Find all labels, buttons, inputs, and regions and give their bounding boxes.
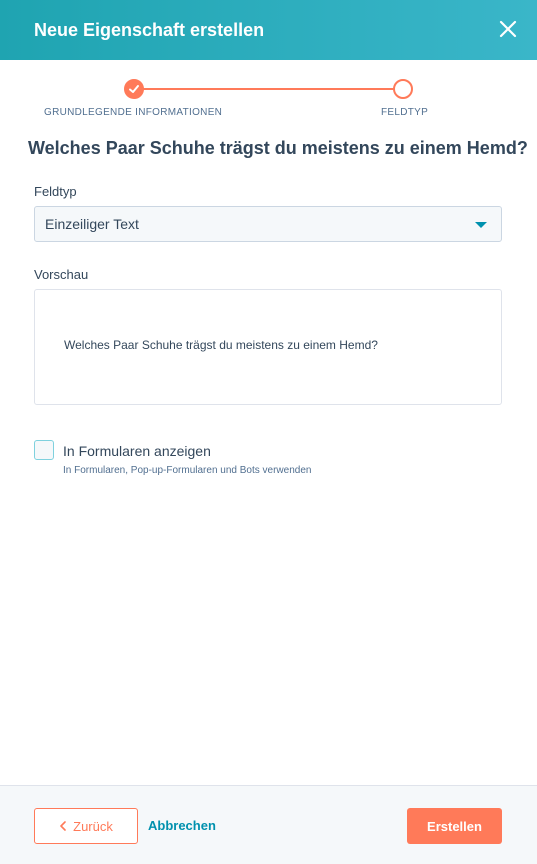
checkmark-icon	[129, 85, 139, 93]
show-in-forms-help-text: In Formularen, Pop-up-Formularen und Bot…	[63, 465, 312, 476]
preview-label: Vorschau	[34, 267, 89, 282]
back-button[interactable]: Zurück	[34, 808, 138, 844]
preview-field-label: Welches Paar Schuhe trägst du meistens z…	[64, 338, 378, 352]
step-current-indicator	[393, 79, 413, 99]
step-done-indicator	[124, 79, 144, 99]
step-label-basic-info: GRUNDLEGENDE INFORMATIONEN	[44, 107, 223, 118]
caret-down-icon	[475, 222, 487, 228]
dialog-footer: Zurück Abbrechen Erstellen	[0, 785, 537, 864]
close-icon[interactable]	[497, 18, 519, 40]
create-button[interactable]: Erstellen	[407, 808, 502, 844]
field-type-select[interactable]: Einzeiliger Text	[34, 206, 502, 242]
step-label-field-type: FELDTYP	[381, 107, 429, 118]
stepper-line	[143, 88, 394, 90]
field-type-label: Feldtyp	[34, 184, 77, 199]
create-button-label: Erstellen	[427, 818, 482, 834]
field-type-selected-value: Einzeiliger Text	[45, 216, 139, 232]
show-in-forms-label[interactable]: In Formularen anzeigen	[63, 443, 211, 459]
chevron-left-icon	[60, 821, 66, 831]
cancel-button[interactable]: Abbrechen	[148, 818, 216, 833]
dialog-title: Neue Eigenschaft erstellen	[34, 19, 265, 40]
back-button-label: Zurück	[73, 818, 113, 834]
dialog-header: Neue Eigenschaft erstellen	[0, 0, 537, 60]
stepper: GRUNDLEGENDE INFORMATIONEN FELDTYP	[0, 78, 537, 128]
show-in-forms-checkbox[interactable]	[34, 440, 54, 460]
property-question-title: Welches Paar Schuhe trägst du meistens z…	[28, 138, 528, 158]
preview-box: Welches Paar Schuhe trägst du meistens z…	[34, 289, 502, 405]
